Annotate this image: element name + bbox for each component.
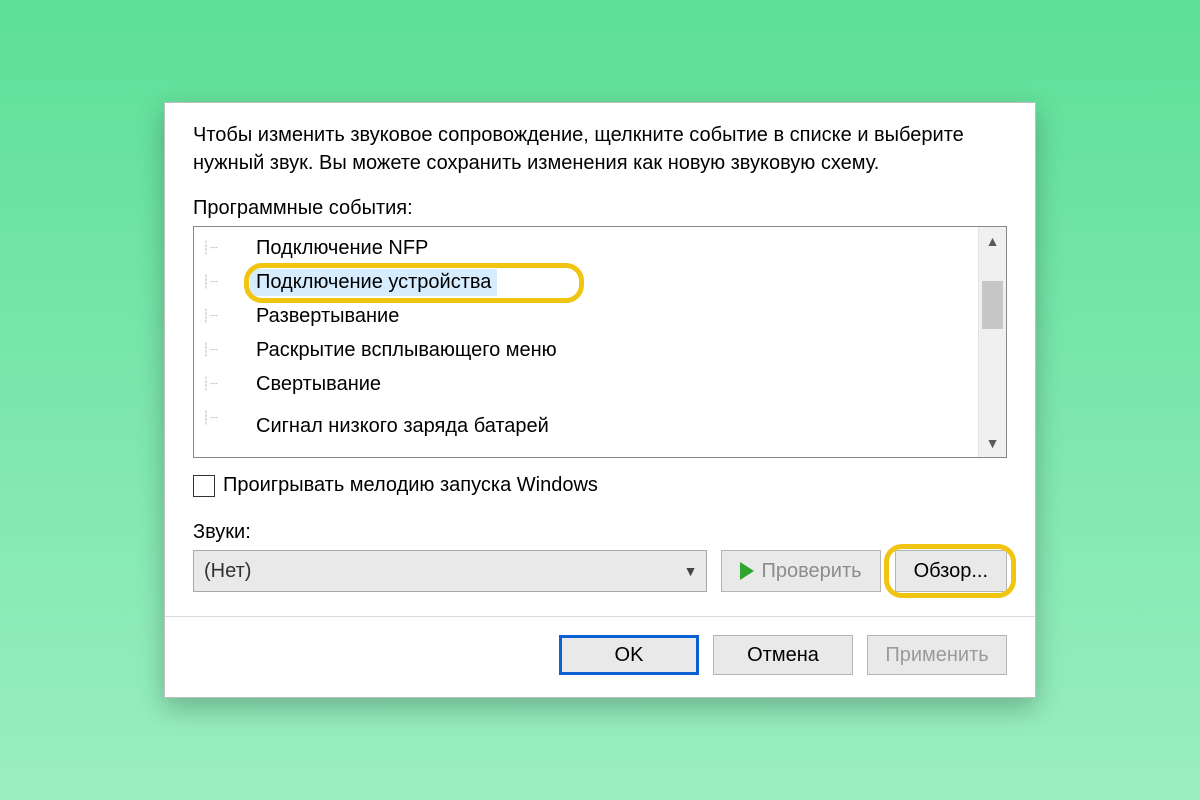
browse-button[interactable]: Обзор...	[895, 550, 1007, 592]
instruction-text: Чтобы изменить звуковое сопровождение, щ…	[193, 121, 1007, 177]
event-row[interactable]: Раскрытие всплывающего меню	[194, 333, 978, 367]
test-button-label: Проверить	[762, 560, 862, 583]
event-row-label: Раскрытие всплывающего меню	[250, 337, 563, 364]
tree-branch-icon	[202, 240, 250, 256]
cancel-button[interactable]: Отмена	[713, 635, 853, 675]
tree-branch-icon	[202, 410, 250, 426]
tree-branch-icon	[202, 342, 250, 358]
startup-sound-checkbox[interactable]	[193, 475, 215, 497]
sound-select-value: (Нет)	[204, 560, 251, 583]
program-events-listbox[interactable]: Подключение NFP Подключение устройства Раз…	[193, 226, 1007, 458]
apply-button: Применить	[867, 635, 1007, 675]
cancel-button-label: Отмена	[747, 644, 819, 667]
event-row[interactable]: Свертывание	[194, 367, 978, 401]
play-icon	[740, 562, 754, 580]
event-row[interactable]: Подключение устройства	[194, 265, 978, 299]
startup-sound-label: Проигрывать мелодию запуска Windows	[223, 474, 598, 497]
sounds-label: Звуки:	[193, 521, 1007, 544]
event-row-label: Подключение NFP	[250, 235, 434, 262]
ok-button-label: OK	[615, 644, 644, 667]
browse-button-label: Обзор...	[914, 560, 988, 583]
tree-branch-icon	[202, 274, 250, 290]
tree-branch-icon	[202, 376, 250, 392]
event-row-label: Развертывание	[250, 303, 405, 330]
ok-button[interactable]: OK	[559, 635, 699, 675]
sound-select-combo[interactable]: (Нет) ▼	[193, 550, 707, 592]
event-row[interactable]: Развертывание	[194, 299, 978, 333]
scroll-down-button[interactable]: ▼	[979, 429, 1006, 457]
apply-button-label: Применить	[885, 644, 988, 667]
event-row-label: Подключение устройства	[250, 269, 497, 296]
scroll-thumb[interactable]	[982, 281, 1003, 329]
scroll-up-button[interactable]: ▲	[979, 227, 1006, 255]
event-row[interactable]: Сигнал низкого заряда батарей	[194, 401, 978, 435]
sound-settings-dialog: Чтобы изменить звуковое сопровождение, щ…	[164, 102, 1036, 698]
scrollbar[interactable]: ▲ ▼	[978, 227, 1006, 457]
dialog-footer: OK Отмена Применить	[165, 616, 1035, 697]
chevron-down-icon: ▼	[684, 563, 698, 579]
test-sound-button: Проверить	[721, 550, 881, 592]
event-row-label: Сигнал низкого заряда батарей	[250, 413, 555, 440]
startup-sound-checkbox-row[interactable]: Проигрывать мелодию запуска Windows	[193, 474, 1007, 497]
event-row-label: Свертывание	[250, 371, 387, 398]
events-label: Программные события:	[193, 197, 1007, 220]
event-row[interactable]: Подключение NFP	[194, 231, 978, 265]
scroll-track[interactable]	[979, 255, 1006, 429]
tree-branch-icon	[202, 308, 250, 324]
